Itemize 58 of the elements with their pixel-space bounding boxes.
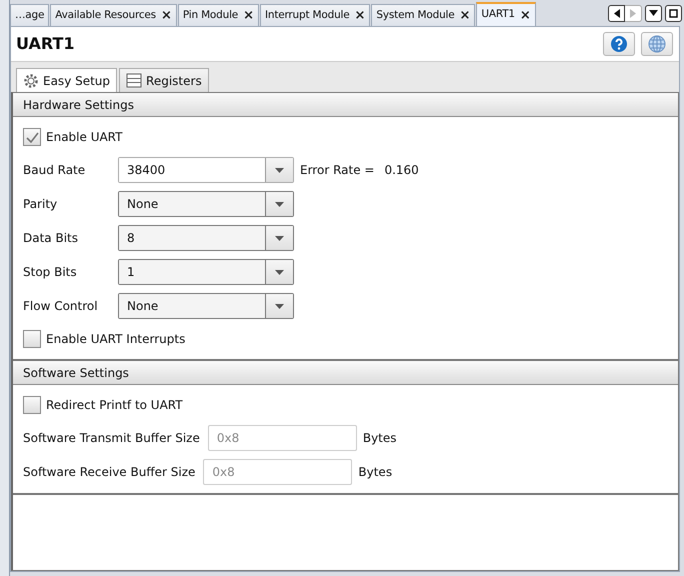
caret-icon — [275, 236, 284, 240]
section-header: Hardware Settings — [13, 93, 678, 117]
caret-icon — [649, 10, 658, 16]
field-label: Data Bits — [23, 230, 79, 247]
close-button[interactable]: × — [160, 9, 172, 22]
dropdown[interactable]: 8 — [118, 225, 294, 251]
input-field[interactable]: 0x8 — [203, 459, 352, 485]
close-button[interactable]: × — [243, 9, 254, 22]
checkbox[interactable] — [23, 396, 41, 414]
caret-icon — [275, 270, 284, 274]
error-rate-label: Error Rate = — [300, 162, 374, 179]
help-icon — [610, 35, 628, 53]
help-button[interactable] — [603, 32, 635, 56]
field-label: Baud Rate — [23, 162, 86, 179]
editor-tab[interactable]: Interrupt Module × — [260, 4, 370, 26]
caret-icon — [275, 168, 284, 172]
editor-tab[interactable]: Pin Module × — [178, 4, 259, 26]
right-arrow-icon — [629, 8, 637, 18]
list-icon — [126, 73, 142, 88]
editor-tab[interactable]: Available Resources × — [50, 4, 177, 26]
close-button[interactable]: × — [520, 8, 531, 22]
view-tab[interactable]: Easy Setup — [16, 68, 118, 92]
error-rate-value: 0.160 — [384, 162, 419, 179]
globe-icon — [648, 35, 666, 53]
scroll-left-button[interactable] — [608, 4, 625, 22]
maximize-icon — [669, 8, 678, 18]
editor-tab[interactable]: System Module × — [371, 4, 476, 26]
editor-tab[interactable]: UART1 × — [476, 2, 536, 26]
editor-tab[interactable]: …age — [10, 4, 50, 26]
panel-title: UART1 — [16, 34, 75, 54]
dropdown[interactable]: None — [118, 191, 294, 217]
input-field[interactable]: 0x8 — [208, 425, 357, 451]
dropdown[interactable]: None — [118, 293, 294, 319]
field-label: Software Receive Buffer Size — [23, 464, 196, 481]
dropdown-button[interactable] — [645, 4, 662, 22]
caret-icon — [275, 202, 284, 206]
checkbox-label: Redirect Printf to UART — [46, 397, 183, 414]
close-button[interactable]: × — [460, 9, 470, 22]
maximize-button[interactable] — [665, 4, 682, 22]
field-label: Software Transmit Buffer Size — [23, 430, 200, 447]
unit-label: Bytes — [362, 430, 397, 447]
gear-icon — [23, 72, 39, 88]
checkbox-label: Enable UART Interrupts — [46, 331, 186, 348]
field-label: Parity — [23, 196, 58, 213]
dropdown[interactable]: 38400 — [118, 157, 294, 183]
dropdown[interactable]: 1 — [118, 259, 294, 285]
field-label: Flow Control — [23, 298, 99, 315]
section-header: Software Settings — [13, 361, 678, 385]
field-label: Stop Bits — [23, 264, 78, 281]
left-arrow-icon — [612, 8, 620, 18]
view-tab[interactable]: Registers — [119, 68, 209, 92]
checkbox[interactable] — [23, 128, 41, 146]
caret-icon — [275, 304, 284, 308]
unit-label: Bytes — [358, 464, 392, 481]
web-button[interactable] — [641, 32, 673, 56]
checkbox[interactable] — [23, 330, 41, 348]
close-button[interactable]: × — [354, 9, 366, 22]
checkbox-label: Enable UART — [46, 129, 122, 146]
